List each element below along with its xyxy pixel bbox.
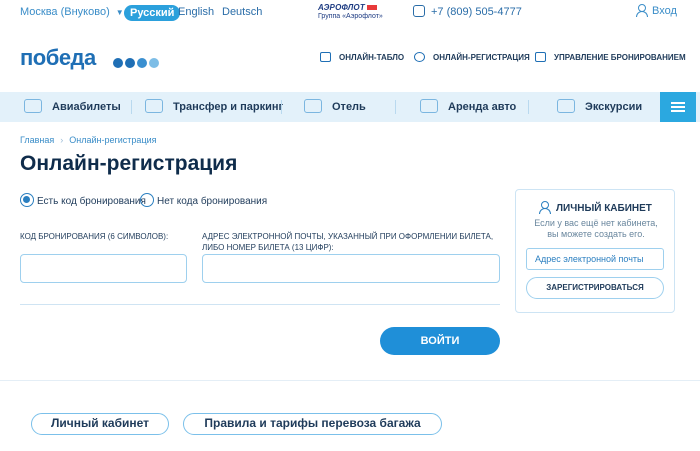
cabinet-description-line: вы можете создать его. [547, 229, 645, 239]
car-icon [420, 99, 438, 113]
main-nav: Авиабилеты Трансфер и паркинг Отель Арен… [0, 92, 700, 122]
ticket-icon [535, 52, 546, 62]
language-german[interactable]: Deutsch [222, 6, 262, 18]
signpost-icon [557, 99, 575, 113]
cabinet-description: Если у вас ещё нет кабинета, вы можете с… [526, 218, 666, 240]
nav-item-car-rental[interactable]: Аренда авто [420, 92, 516, 122]
nav-label: Отель [332, 101, 366, 113]
nav-divider [281, 100, 282, 114]
plane-icon [24, 99, 42, 113]
hamburger-icon [671, 106, 685, 108]
nav-label: Аренда авто [448, 101, 517, 113]
cabinet-title: ЛИЧНЫЙ КАБИНЕТ [539, 201, 652, 214]
login-link[interactable]: Вход [636, 4, 677, 17]
logo-dot [125, 58, 135, 68]
page-title: Онлайн-регистрация [20, 152, 238, 175]
user-icon [636, 4, 648, 17]
submit-button[interactable]: ВОЙТИ [380, 327, 500, 355]
footer-divider [0, 380, 700, 381]
cabinet-description-line: Если у вас ещё нет кабинета, [534, 218, 658, 228]
nav-divider [528, 100, 529, 114]
email-label-line: ЛИБО НОМЕР БИЛЕТА (13 ЦИФР): [202, 243, 334, 252]
email-or-ticket-input[interactable] [202, 254, 500, 283]
booking-code-input[interactable] [20, 254, 187, 283]
personal-cabinet-pill[interactable]: Личный кабинет [31, 413, 169, 435]
booking-code-label: КОД БРОНИРОВАНИЯ (6 СИМВОЛОВ): [20, 232, 169, 241]
radio-label: Есть код бронирования [37, 196, 146, 207]
email-label-line: АДРЕС ЭЛЕКТРОННОЙ ПОЧТЫ, УКАЗАННЫЙ ПРИ О… [202, 232, 494, 241]
radio-has-booking-code[interactable]: Есть код бронирования [20, 193, 146, 207]
breadcrumb: Главная › Онлайн-регистрация [20, 135, 157, 145]
radio-no-booking-code[interactable]: Нет кода бронирования [140, 193, 267, 207]
login-label: Вход [652, 5, 677, 17]
nav-item-transfer[interactable]: Трансфер и паркинг [145, 92, 283, 122]
user-icon [539, 201, 551, 214]
hamburger-icon [671, 102, 685, 104]
manage-booking-label: УПРАВЛЕНИЕ БРОНИРОВАНИЕМ [554, 53, 686, 62]
breadcrumb-home[interactable]: Главная [20, 135, 54, 145]
bus-icon [145, 99, 163, 113]
pobeda-logo[interactable]: победа [20, 45, 96, 71]
cabinet-email-input[interactable]: Адрес электронной почты [526, 248, 664, 270]
phone-icon [413, 5, 425, 17]
nav-divider [395, 100, 396, 114]
logo-dot [137, 58, 147, 68]
nav-label: Экскурсии [585, 101, 643, 113]
aeroflot-group-caption: Группа «Аэрофлот» [318, 13, 383, 20]
hotel-icon [304, 99, 322, 113]
nav-item-hotel[interactable]: Отель [304, 92, 366, 122]
nav-label: Трансфер и паркинг [173, 101, 284, 113]
cabinet-title-text: ЛИЧНЫЙ КАБИНЕТ [556, 203, 652, 214]
nav-label: Авиабилеты [52, 101, 121, 113]
logo-dots [113, 55, 161, 73]
logo-dot [149, 58, 159, 68]
nav-item-flights[interactable]: Авиабилеты [24, 92, 121, 122]
online-checkin-label: ОНЛАЙН-РЕГИСТРАЦИЯ [433, 53, 530, 62]
nav-item-excursions[interactable]: Экскурсии [557, 92, 642, 122]
aeroflot-flag-icon [366, 5, 377, 11]
breadcrumb-current[interactable]: Онлайн-регистрация [69, 135, 156, 145]
city-label: Москва (Внуково) [20, 6, 110, 18]
online-board-label: ОНЛАЙН-ТАБЛО [339, 53, 405, 62]
personal-cabinet-panel: ЛИЧНЫЙ КАБИНЕТ Если у вас ещё нет кабине… [515, 189, 675, 313]
manage-booking-link[interactable]: УПРАВЛЕНИЕ БРОНИРОВАНИЕМ [535, 52, 686, 62]
phone-number: +7 (809) 505-4777 [431, 6, 522, 18]
aeroflot-logo-text: АЭРОФЛОТ [318, 3, 365, 12]
baggage-rules-pill[interactable]: Правила и тарифы перевоза багажа [183, 413, 442, 435]
nav-divider [131, 100, 132, 114]
check-circle-icon [414, 52, 425, 62]
register-button[interactable]: ЗАРЕГИСТРИРОВАТЬСЯ [526, 277, 664, 299]
menu-button[interactable] [660, 92, 696, 122]
hamburger-icon [671, 110, 685, 112]
radio-checked-icon [20, 193, 34, 207]
top-bar: Москва (Внуково) ▼ Русский English Deutsc… [0, 0, 700, 26]
breadcrumb-separator: › [60, 135, 64, 145]
online-checkin-link[interactable]: ОНЛАЙН-РЕГИСТРАЦИЯ [414, 52, 530, 62]
phone-link[interactable]: +7 (809) 505-4777 [413, 5, 522, 18]
radio-label: Нет кода бронирования [157, 196, 268, 207]
chevron-down-icon: ▼ [115, 8, 124, 17]
monitor-icon [320, 52, 331, 62]
city-selector[interactable]: Москва (Внуково) ▼ [20, 6, 124, 18]
logo-dot [113, 58, 123, 68]
email-or-ticket-label: АДРЕС ЭЛЕКТРОННОЙ ПОЧТЫ, УКАЗАННЫЙ ПРИ О… [202, 231, 493, 253]
radio-unchecked-icon [140, 193, 154, 207]
online-board-link[interactable]: ОНЛАЙН-ТАБЛО [320, 52, 404, 62]
aeroflot-group-logo[interactable]: АЭРОФЛОТ Группа «Аэрофлот» [318, 3, 388, 20]
form-divider [20, 304, 500, 305]
language-russian[interactable]: Русский [124, 5, 181, 21]
language-english[interactable]: English [178, 6, 214, 18]
